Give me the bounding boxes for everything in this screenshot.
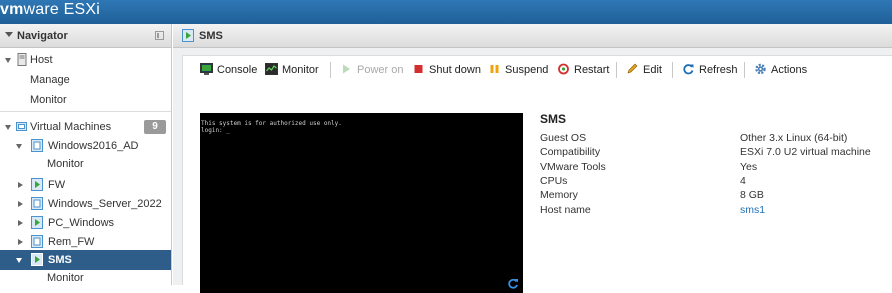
- property-label: Guest OS: [540, 132, 587, 144]
- console-icon: [200, 63, 213, 76]
- property-value: Yes: [740, 161, 758, 173]
- nav-item-vm-sms-monitor[interactable]: Monitor: [0, 268, 171, 288]
- navigator-collapse-caret-icon[interactable]: [5, 32, 13, 37]
- nav-item-label: SMS: [48, 254, 72, 266]
- monitor-chart-icon: [265, 63, 278, 76]
- nav-item-host-manage[interactable]: Manage: [0, 70, 171, 90]
- page-title: SMS: [199, 30, 223, 42]
- main-header: SMS: [173, 24, 892, 48]
- refresh-console-icon[interactable]: [507, 278, 519, 290]
- top-bar: vmware ESXi: [0, 0, 892, 24]
- nav-item-label: FW: [48, 179, 66, 191]
- edit-button[interactable]: Edit: [626, 63, 662, 77]
- nav-item-vm-rem-fw[interactable]: Rem_FW: [0, 232, 171, 252]
- collapse-pane-icon[interactable]: [155, 31, 164, 40]
- vm-name-heading: SMS: [540, 112, 567, 126]
- property-value: Other 3.x Linux (64-bit): [740, 132, 848, 144]
- property-label: Host name: [540, 204, 591, 216]
- nav-item-label: PC_Windows: [48, 217, 115, 229]
- pencil-icon: [627, 63, 638, 74]
- host-icon: [17, 53, 27, 66]
- vm-running-icon: [182, 29, 194, 42]
- monitor-button[interactable]: Monitor: [265, 63, 319, 77]
- nav-item-label: Monitor: [30, 94, 67, 106]
- actions-button[interactable]: Actions: [754, 63, 807, 77]
- nav-item-vm-windows-server-2022[interactable]: Windows_Server_2022: [0, 194, 171, 214]
- vm-icon: [31, 139, 43, 152]
- nav-item-vm-windows2016-ad-monitor[interactable]: Monitor: [0, 154, 171, 174]
- expand-caret-icon[interactable]: [18, 182, 23, 188]
- property-label: Compatibility: [540, 146, 601, 158]
- virtual-machines-icon: [16, 122, 27, 131]
- expand-caret-icon[interactable]: [16, 144, 22, 149]
- nav-item-vm-fw[interactable]: FW: [0, 175, 171, 195]
- toolbar-separator: [744, 62, 745, 78]
- stop-icon: [414, 65, 423, 74]
- console-button[interactable]: Console: [200, 63, 257, 77]
- nav-item-label: Manage: [30, 74, 70, 86]
- property-value: 8 GB: [740, 189, 764, 201]
- nav-item-label: Windows_Server_2022: [48, 198, 162, 210]
- expand-caret-icon[interactable]: [5, 125, 11, 130]
- expand-caret-icon[interactable]: [16, 258, 22, 263]
- nav-item-host[interactable]: Host: [0, 50, 171, 70]
- vm-count-badge: 9: [144, 120, 166, 134]
- vm-running-icon: [31, 253, 43, 266]
- nav-item-vm-pc-windows[interactable]: PC_Windows: [0, 213, 171, 233]
- shut-down-button[interactable]: Shut down: [412, 63, 481, 77]
- vmware-esxi-logo: vmware ESXi: [0, 1, 101, 18]
- nav-item-label: Windows2016_AD: [48, 140, 139, 152]
- toolbar-separator: [672, 62, 673, 78]
- nav-item-vm-sms[interactable]: SMS: [0, 250, 171, 270]
- expand-caret-icon[interactable]: [18, 239, 23, 245]
- main-pane: SMS Console Monitor Power on Shut down S…: [173, 24, 892, 293]
- expand-caret-icon[interactable]: [18, 220, 23, 226]
- nav-item-host-monitor[interactable]: Monitor: [0, 90, 171, 110]
- expand-caret-icon[interactable]: [5, 58, 11, 63]
- refresh-button[interactable]: Refresh: [682, 63, 738, 77]
- property-value: ESXi 7.0 U2 virtual machine: [740, 146, 871, 158]
- vm-summary-panel: Console Monitor Power on Shut down Suspe…: [182, 55, 892, 293]
- toolbar-separator: [330, 62, 331, 78]
- power-on-button[interactable]: Power on: [340, 63, 403, 77]
- property-label: VMware Tools: [540, 161, 606, 173]
- navigator-header: Navigator: [0, 24, 171, 48]
- nav-item-label: Monitor: [47, 272, 84, 284]
- nav-item-virtual-machines[interactable]: Virtual Machines 9: [0, 117, 171, 137]
- gear-icon: [755, 63, 766, 75]
- pause-icon: [490, 65, 499, 74]
- host-name-link[interactable]: sms1: [740, 204, 765, 216]
- console-line: login: _: [201, 127, 230, 134]
- navigator-title: Navigator: [17, 30, 68, 42]
- expand-caret-icon[interactable]: [18, 201, 23, 207]
- nav-divider: [0, 111, 171, 112]
- property-label: CPUs: [540, 175, 568, 187]
- vm-running-icon: [31, 178, 43, 191]
- property-label: Memory: [540, 189, 578, 201]
- restart-button[interactable]: Restart: [557, 63, 609, 77]
- nav-item-label: Host: [30, 54, 53, 66]
- vm-toolbar: Console Monitor Power on Shut down Suspe…: [183, 56, 892, 84]
- console-line: This system is for authorized use only.: [201, 120, 342, 127]
- console-preview[interactable]: This system is for authorized use only. …: [200, 113, 523, 293]
- refresh-icon: [683, 64, 694, 75]
- vm-running-icon: [31, 216, 43, 229]
- nav-item-label: Rem_FW: [48, 236, 95, 248]
- nav-item-vm-windows2016-ad[interactable]: Windows2016_AD: [0, 136, 171, 156]
- nav-item-label: Virtual Machines: [30, 121, 112, 133]
- vm-icon: [31, 235, 43, 248]
- restart-icon: [558, 63, 569, 75]
- navigator-pane: Navigator Host Manage Monitor Virtual Ma…: [0, 24, 172, 285]
- vm-icon: [31, 197, 43, 210]
- property-value: 4: [740, 175, 746, 187]
- play-icon: [343, 64, 350, 74]
- nav-item-label: Monitor: [47, 158, 84, 170]
- suspend-button[interactable]: Suspend: [488, 63, 548, 77]
- toolbar-separator: [616, 62, 617, 78]
